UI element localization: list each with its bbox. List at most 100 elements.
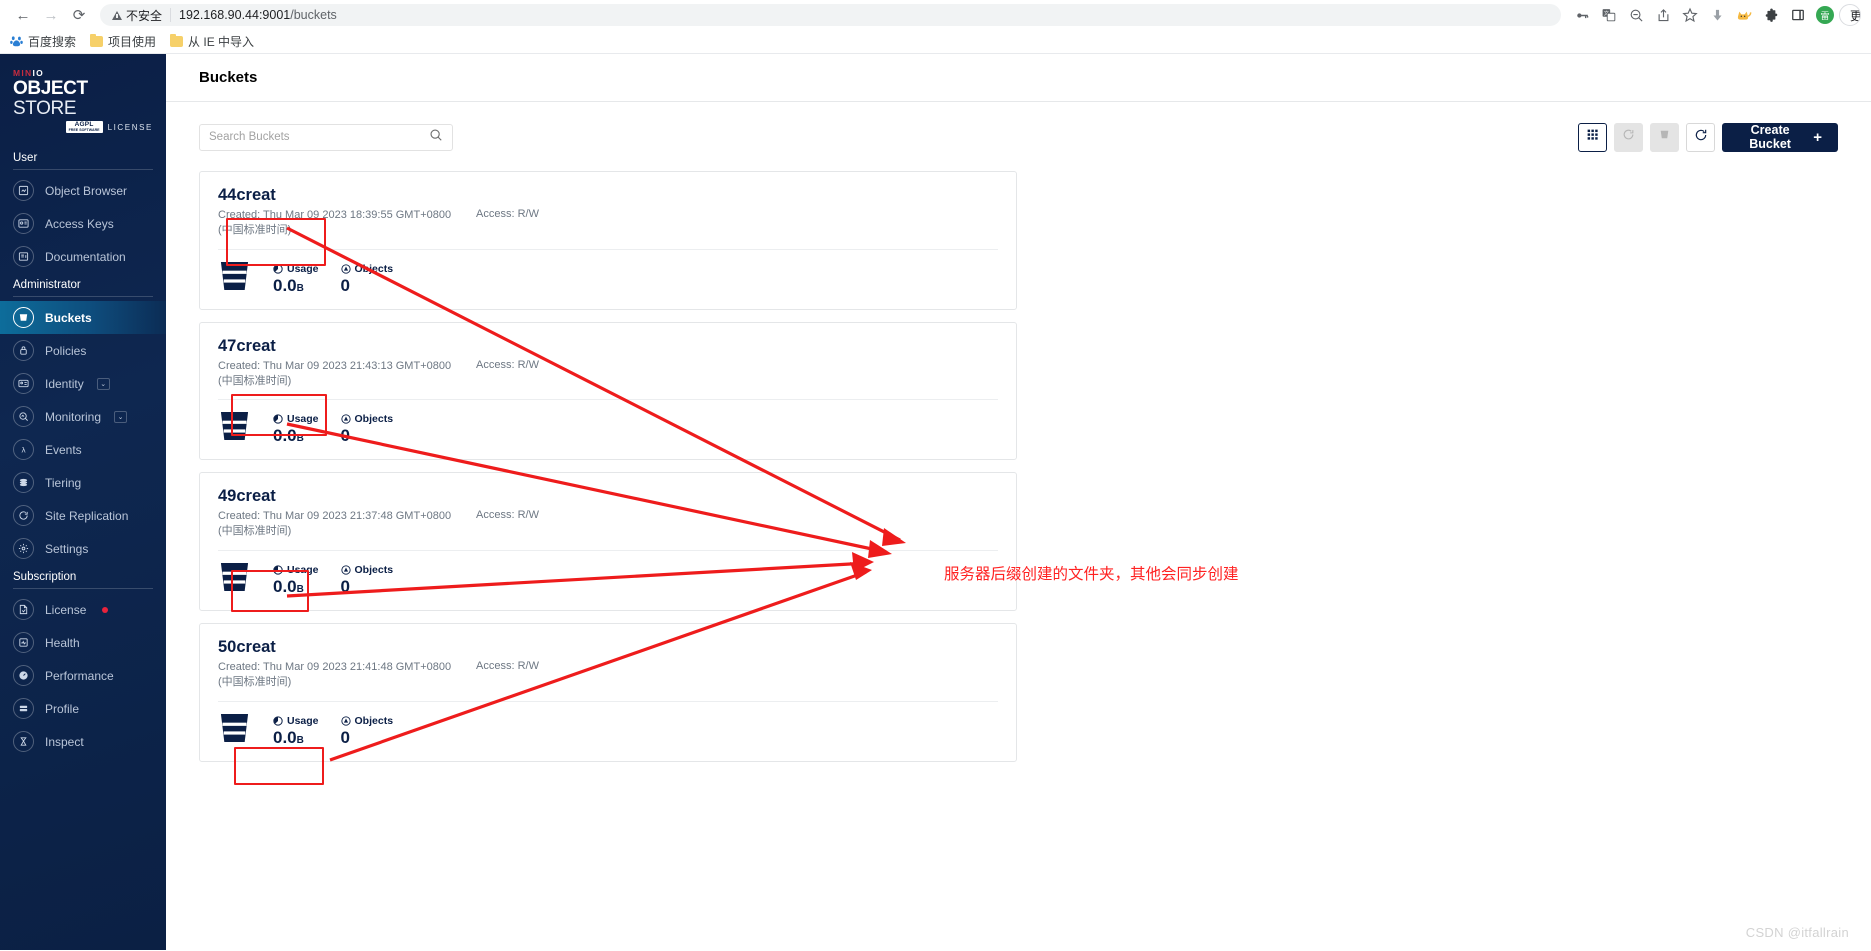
sidebar-item-profile[interactable]: Profile xyxy=(0,692,166,725)
sidebar-item-buckets[interactable]: Buckets xyxy=(0,301,166,335)
objects-label-row: Objects xyxy=(340,715,393,727)
objects-icon xyxy=(340,716,351,726)
sidebar-item-license[interactable]: License xyxy=(0,593,166,626)
tiering-layers-icon xyxy=(13,472,34,494)
objects-stat: Objects 0 xyxy=(341,564,394,595)
usage-number: 0.0 xyxy=(273,275,297,295)
bucket-created-tz: (中国标准时间) xyxy=(218,525,292,538)
reload-icon[interactable]: ⟳ xyxy=(66,2,92,28)
usage-label-row: Usage xyxy=(273,263,319,275)
bucket-card[interactable]: 47creat Created: Thu Mar 09 2023 21:43:1… xyxy=(199,321,1017,461)
delete-bucket-button[interactable] xyxy=(1650,122,1679,152)
sidebar-item-inspect[interactable]: Inspect xyxy=(0,725,166,758)
agpl-badge: AGPL FREE SOFTWARE xyxy=(65,120,103,134)
bucket-access: Access: R/W xyxy=(476,208,539,220)
sidebar-item-monitoring[interactable]: Monitoring ⌄ xyxy=(0,400,166,433)
bookmark-baidu[interactable]: 百度搜索 xyxy=(10,33,76,50)
password-key-icon[interactable] xyxy=(1569,2,1595,28)
clock-icon xyxy=(273,716,283,726)
bookmark-star-icon[interactable] xyxy=(1677,2,1703,28)
minio-logo[interactable]: MINIO OBJECT STORE AGPL FREE SOFTWARE LI… xyxy=(0,54,166,146)
cat-extension-icon[interactable] xyxy=(1731,2,1757,28)
update-button[interactable]: 更新 xyxy=(1839,4,1861,26)
translate-icon[interactable]: 文 xyxy=(1596,2,1622,28)
bucket-name[interactable]: 47creat xyxy=(218,337,276,355)
sidebar-item-label: Inspect xyxy=(45,734,84,749)
bucket-stats: Usage 0.0B Objects 0 xyxy=(218,250,998,297)
usage-stat: Usage 0.0B xyxy=(273,413,319,444)
share-icon[interactable] xyxy=(1650,2,1676,28)
objects-label-row: Objects xyxy=(340,263,393,275)
sidebar-item-label: Buckets xyxy=(45,310,92,325)
bucket-stats: Usage 0.0B Objects 0 xyxy=(218,702,998,749)
bucket-created-text: Created: Thu Mar 09 2023 21:37:48 GMT+08… xyxy=(218,510,452,523)
page-header: Buckets xyxy=(166,54,1871,102)
folder-icon xyxy=(90,34,104,47)
bucket-created-text: Created: Thu Mar 09 2023 18:39:55 GMT+08… xyxy=(218,209,452,221)
search-icon[interactable] xyxy=(429,128,443,147)
sync-icon xyxy=(1622,128,1635,146)
bucket-list: 44creat Created: Thu Mar 09 2023 18:39:5… xyxy=(199,171,1017,762)
search-input[interactable] xyxy=(209,131,429,143)
sidebar-item-object-browser[interactable]: Object Browser xyxy=(0,174,166,207)
main-content: Buckets Search Buckets Create Bucket + 4… xyxy=(166,54,1871,950)
identity-icon xyxy=(13,373,34,395)
sidebar-item-health[interactable]: Health xyxy=(0,626,166,659)
objects-icon xyxy=(340,264,351,274)
trash-bucket-icon xyxy=(1658,128,1671,146)
address-bar[interactable]: 不安全 192.168.90.44:9001/buckets xyxy=(100,4,1561,26)
side-panel-icon[interactable] xyxy=(1785,2,1811,28)
policies-lock-icon xyxy=(13,340,34,362)
forward-icon[interactable]: → xyxy=(38,2,64,28)
bucket-created-tz: (中国标准时间) xyxy=(218,374,292,387)
bookmark-project-use[interactable]: 项目使用 xyxy=(90,33,156,50)
objects-label: Objects xyxy=(354,413,394,426)
search-buckets-field[interactable] xyxy=(199,123,453,151)
bucket-name[interactable]: 50creat xyxy=(218,638,276,656)
security-indicator[interactable]: 不安全 xyxy=(112,7,162,24)
usage-unit: B xyxy=(296,433,304,445)
reload-button[interactable] xyxy=(1686,122,1715,152)
sidebar-item-performance[interactable]: Performance xyxy=(0,659,166,692)
buckets-toolbar: Create Bucket + xyxy=(199,120,1838,154)
bookmark-label: 百度搜索 xyxy=(28,35,77,49)
objects-label-row: Objects xyxy=(340,564,393,576)
profile-avatar-icon[interactable]: 雷 xyxy=(1812,2,1838,28)
bookmark-import-from-ie[interactable]: 从 IE 中导入 xyxy=(170,33,254,50)
sidebar-item-events[interactable]: λ Events xyxy=(0,433,166,466)
create-bucket-button[interactable]: Create Bucket + xyxy=(1722,122,1838,152)
sidebar-item-label: Tiering xyxy=(45,475,82,490)
extensions-puzzle-icon[interactable] xyxy=(1758,2,1784,28)
downloads-icon[interactable] xyxy=(1704,2,1730,28)
sidebar-item-identity[interactable]: Identity ⌄ xyxy=(0,367,166,400)
minio-console: MINIO OBJECT STORE AGPL FREE SOFTWARE LI… xyxy=(0,54,1871,950)
bucket-glyph-icon xyxy=(218,561,251,598)
usage-unit: B xyxy=(296,282,304,294)
back-icon[interactable]: ← xyxy=(10,2,36,28)
site-replication-icon xyxy=(13,505,34,527)
sidebar-item-settings[interactable]: Settings xyxy=(0,532,166,565)
chevron-down-icon[interactable]: ⌄ xyxy=(96,377,110,390)
sidebar-item-tiering[interactable]: Tiering xyxy=(0,466,166,499)
bucket-name[interactable]: 44creat xyxy=(218,186,276,204)
bucket-card[interactable]: 49creat Created: Thu Mar 09 2023 21:37:4… xyxy=(199,472,1017,612)
bookmarks-bar: 百度搜索 项目使用 从 IE 中导入 xyxy=(0,30,1871,54)
chevron-down-icon[interactable]: ⌄ xyxy=(114,410,128,423)
sidebar-item-site-replication[interactable]: Site Replication xyxy=(0,499,166,532)
sidebar-item-access-keys[interactable]: Access Keys xyxy=(0,207,166,240)
bucket-meta: Created: Thu Mar 09 2023 21:41:48 GMT+08… xyxy=(218,660,998,690)
grid-view-button[interactable] xyxy=(1578,122,1607,152)
zoom-out-icon[interactable] xyxy=(1623,2,1649,28)
browser-chrome: ← → ⟳ 不安全 192.168.90.44:9001/buckets 文 雷… xyxy=(0,0,1871,54)
bucket-name[interactable]: 49creat xyxy=(218,487,276,505)
create-bucket-label: Create Bucket xyxy=(1749,123,1791,151)
bucket-card[interactable]: 50creat Created: Thu Mar 09 2023 21:41:4… xyxy=(199,623,1017,762)
bucket-glyph-icon xyxy=(218,410,251,447)
sidebar-item-policies[interactable]: Policies xyxy=(0,334,166,367)
warning-triangle-icon xyxy=(112,10,122,20)
content-area: Create Bucket + 44creat Created: Thu Mar… xyxy=(166,102,1871,950)
sidebar-item-documentation[interactable]: Documentation xyxy=(0,240,166,273)
bucket-stats: Usage 0.0B Objects 0 xyxy=(218,551,998,598)
refresh-replication-button[interactable] xyxy=(1614,122,1643,152)
bucket-card[interactable]: 44creat Created: Thu Mar 09 2023 18:39:5… xyxy=(199,171,1017,310)
